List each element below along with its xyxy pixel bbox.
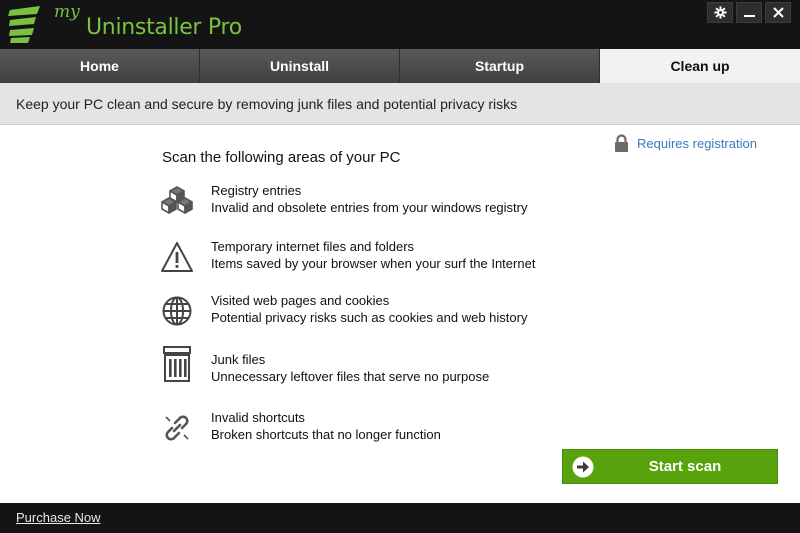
main-tabs: Home Uninstall Startup Clean up (0, 49, 800, 83)
requires-registration-label: Requires registration (637, 135, 757, 151)
web-pages-title: Visited web pages and cookies (211, 293, 390, 308)
cleanup-panel: Requires registration Scan the following… (0, 125, 800, 503)
scan-area-shortcuts: Invalid shortcuts Broken shortcuts that … (160, 410, 610, 450)
footer-bar: Purchase Now (0, 503, 800, 533)
junk-files-title: Junk files (211, 352, 266, 367)
shortcuts-desc: Broken shortcuts that no longer function (211, 427, 441, 442)
broken-link-icon (165, 415, 189, 441)
requires-registration-link[interactable]: Requires registration (614, 134, 757, 152)
close-icon (772, 7, 784, 18)
tab-startup[interactable]: Startup (400, 49, 600, 83)
tab-clean-up[interactable]: Clean up (600, 49, 800, 83)
logo-prefix: my (54, 2, 80, 22)
minimize-button[interactable] (736, 2, 762, 23)
scan-area-web-pages: Visited web pages and cookies Potential … (160, 293, 610, 333)
purchase-now-link[interactable]: Purchase Now (16, 510, 101, 525)
page-subtitle: Keep your PC clean and secure by removin… (16, 96, 518, 112)
app-window: my Uninstaller Pro Home Uninstall Startu… (0, 0, 800, 533)
web-pages-desc: Potential privacy risks such as cookies … (211, 310, 528, 325)
scan-area-junk-files: Junk files Unnecessary leftover files th… (160, 346, 610, 392)
start-scan-button[interactable]: Start scan (562, 449, 778, 484)
logo-icon (8, 6, 40, 43)
close-button[interactable] (765, 2, 791, 23)
registry-icon (161, 186, 193, 214)
tab-home[interactable]: Home (0, 49, 200, 83)
start-scan-label: Start scan (648, 458, 722, 475)
title-bar: my Uninstaller Pro (0, 0, 800, 49)
window-controls (707, 2, 791, 23)
lock-icon (615, 134, 628, 152)
warning-icon (161, 242, 193, 272)
registry-title: Registry entries (211, 183, 302, 198)
temp-files-title: Temporary internet files and folders (211, 239, 415, 254)
tab-uninstall[interactable]: Uninstall (200, 49, 400, 83)
scan-heading: Scan the following areas of your PC (162, 149, 401, 166)
scan-area-temp-files: Temporary internet files and folders Ite… (160, 239, 610, 279)
globe-icon (162, 296, 192, 326)
minimize-icon (743, 15, 755, 17)
gear-icon (713, 6, 727, 19)
registry-desc: Invalid and obsolete entries from your w… (211, 200, 528, 215)
subtitle-band: Keep your PC clean and secure by removin… (0, 83, 800, 125)
temp-files-desc: Items saved by your browser when your su… (211, 256, 536, 271)
trash-icon (163, 346, 191, 382)
app-title: Uninstaller Pro (86, 15, 242, 40)
junk-files-desc: Unnecessary leftover files that serve no… (211, 369, 490, 384)
scan-area-registry: Registry entries Invalid and obsolete en… (160, 183, 610, 223)
settings-button[interactable] (707, 2, 733, 23)
shortcuts-title: Invalid shortcuts (211, 410, 305, 425)
